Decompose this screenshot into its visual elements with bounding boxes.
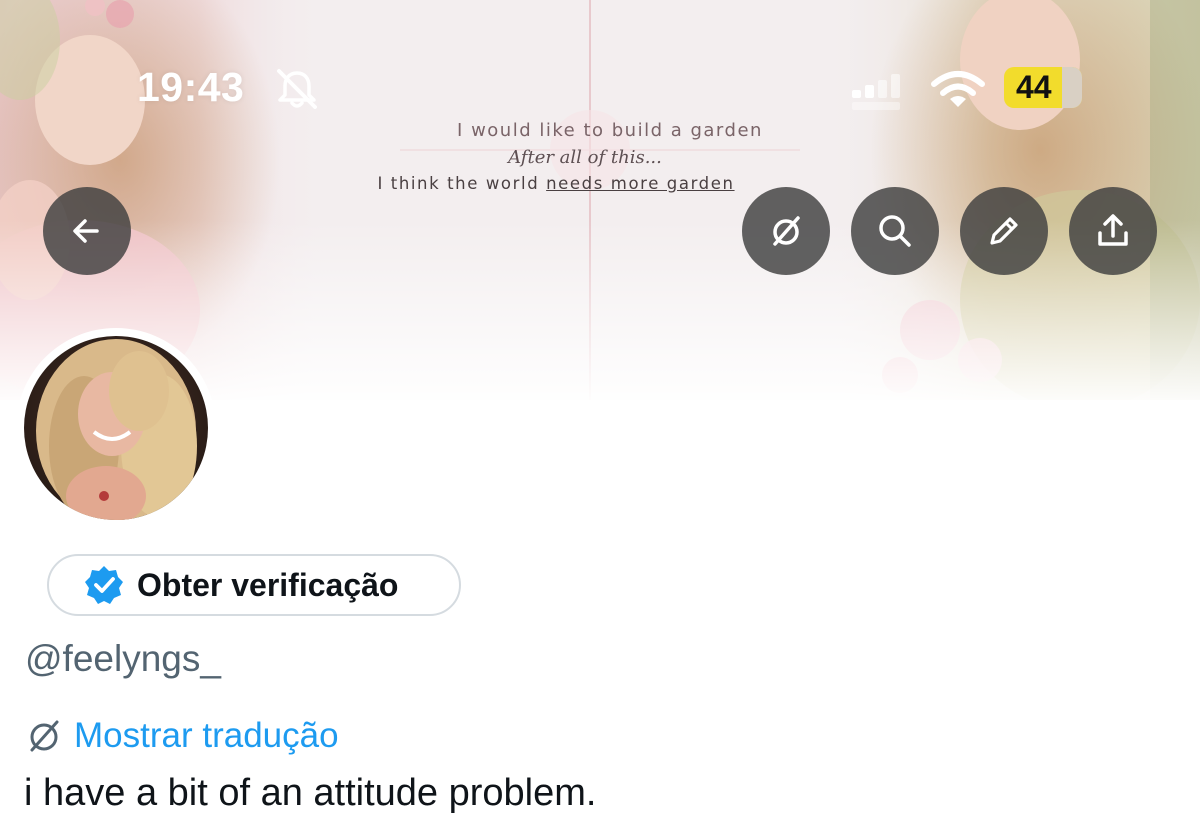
edit-button[interactable] (960, 187, 1048, 275)
status-time: 19:43 (137, 64, 245, 110)
grok-button[interactable] (742, 187, 830, 275)
banner-line-1: I would like to build a garden (457, 120, 763, 141)
battery-empty-part (1062, 67, 1082, 108)
back-button[interactable] (43, 187, 131, 275)
get-verified-button[interactable]: Obter verificação (47, 554, 461, 616)
banner-line-3: I think the world needs more garden (272, 174, 840, 193)
search-icon (879, 215, 911, 247)
grok-slash-icon (30, 720, 59, 752)
pencil-icon (990, 217, 1018, 245)
get-verified-label: Obter verificação (137, 566, 399, 603)
search-button[interactable] (851, 187, 939, 275)
share-button[interactable] (1069, 187, 1157, 275)
show-translation-link[interactable]: Mostrar tradução (24, 716, 339, 756)
banner-quote: I would like to build a garden After all… (340, 120, 840, 193)
profile-bio: i have a bit of an attitude problem. (24, 772, 597, 814)
banner-underlined-text: needs more garden (546, 174, 735, 193)
battery-icon: 44 (1004, 67, 1082, 108)
profile-handle: @feelyngs_ (25, 638, 221, 679)
show-translation-label: Mostrar tradução (74, 716, 339, 755)
profile-avatar[interactable] (16, 328, 216, 528)
verified-badge-icon (85, 566, 123, 604)
banner-line-2: After all of this... (508, 147, 662, 168)
grok-slash-icon (773, 216, 800, 246)
battery-level: 44 (1016, 69, 1052, 105)
avatar-photo (24, 336, 208, 520)
wifi-icon (931, 71, 985, 107)
banner-line-3-text: I think the world (377, 174, 547, 193)
arrow-left-icon (73, 219, 99, 243)
cellular-signal-icon (852, 74, 900, 110)
bell-slash-icon (277, 69, 317, 109)
share-upload-icon (1098, 214, 1128, 246)
